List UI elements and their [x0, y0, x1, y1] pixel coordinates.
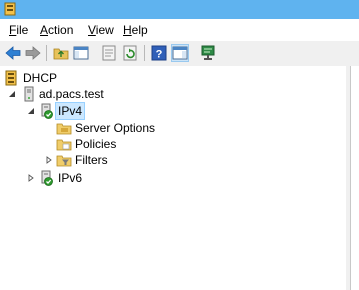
toolbar: ? [0, 41, 359, 67]
svg-text:?: ? [156, 49, 163, 61]
up-folder-icon[interactable] [52, 44, 70, 62]
console-tree: DHCP ad.pacs.test IPv4 Server Options Po… [0, 66, 347, 290]
ipv4-scope-icon [41, 103, 53, 119]
server-icon [24, 86, 34, 102]
menu-action[interactable]: Action [38, 22, 75, 38]
menu-bar: File Action View Help [0, 19, 359, 41]
forward-arrow-icon[interactable] [24, 44, 42, 62]
action-pane-icon [172, 46, 188, 60]
title-bar[interactable] [0, 0, 359, 19]
refresh-icon[interactable] [121, 44, 139, 62]
help-icon[interactable]: ? [150, 44, 168, 62]
expanded-arrow-icon[interactable] [8, 90, 16, 98]
menu-help[interactable]: Help [121, 22, 150, 38]
collapsed-arrow-icon[interactable] [27, 174, 35, 182]
toolbar-separator [144, 45, 145, 61]
collapsed-arrow-icon[interactable] [45, 156, 53, 164]
filters-folder-icon [56, 155, 72, 167]
tree-node-policies[interactable]: Policies [0, 136, 130, 152]
results-pane[interactable] [350, 66, 359, 290]
folder-icon [56, 123, 72, 135]
tree-node-filters[interactable]: Filters [0, 152, 130, 168]
tree-node-ipv4[interactable]: IPv4 [0, 102, 120, 120]
dhcp-icon [5, 70, 17, 86]
tree-node-ipv6[interactable]: IPv6 [0, 170, 120, 186]
monitor-icon[interactable] [199, 44, 217, 62]
expanded-arrow-icon[interactable] [27, 107, 35, 115]
policies-folder-icon [56, 139, 72, 151]
ipv6-scope-icon [41, 170, 53, 186]
tree-node-dhcp[interactable]: DHCP [0, 70, 120, 86]
tree-node-server[interactable]: ad.pacs.test [0, 86, 140, 102]
properties-icon[interactable] [100, 44, 118, 62]
toolbar-separator [46, 45, 47, 61]
menu-view[interactable]: View [86, 22, 116, 38]
dhcp-app-icon [4, 2, 16, 16]
show-hide-action-pane-button[interactable] [171, 44, 189, 62]
show-hide-console-tree-icon[interactable] [72, 44, 90, 62]
back-arrow-icon[interactable] [4, 44, 22, 62]
menu-file[interactable]: File [7, 22, 30, 38]
tree-node-server-options[interactable]: Server Options [0, 120, 160, 136]
